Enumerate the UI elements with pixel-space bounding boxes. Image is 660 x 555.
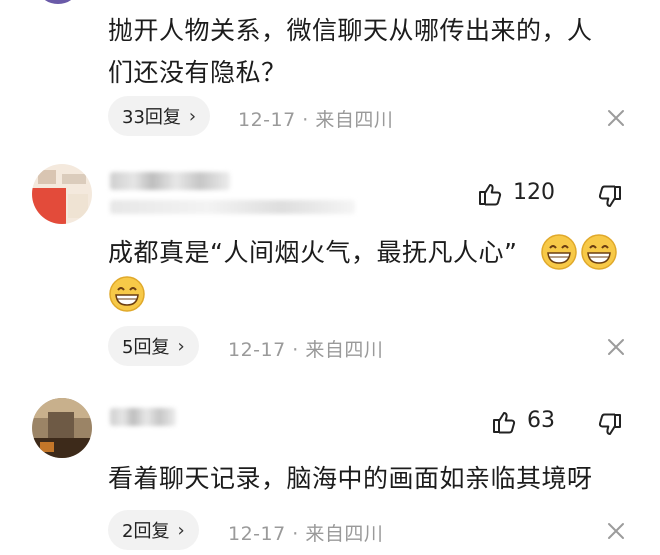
replies-button[interactable]: 5回复 › (108, 326, 199, 366)
replies-button[interactable]: 2回复 › (108, 510, 199, 550)
replies-label: 2回复 (122, 521, 170, 542)
like-count: 63 (527, 408, 555, 433)
user-subtitle (110, 200, 355, 214)
avatar[interactable] (32, 398, 92, 458)
comment-meta: 12-17 · 来自四川 (228, 339, 384, 361)
grinning-face-icon (540, 233, 578, 271)
close-icon[interactable] (606, 521, 626, 541)
avatar[interactable] (40, 0, 76, 4)
comment-line: 们还没有隐私？ (108, 58, 287, 87)
comment-text: 抛开人物关系，微信聊天从哪传出来的，人 们还没有隐私？ (108, 10, 593, 94)
username[interactable] (110, 408, 176, 426)
replies-label: 33回复 (122, 107, 181, 128)
grinning-face-icon (108, 275, 146, 313)
thumbs-down-icon[interactable] (597, 184, 623, 210)
chevron-right-icon: › (177, 519, 185, 541)
grinning-face-icon (580, 233, 618, 271)
like-count: 120 (513, 180, 555, 205)
chevron-right-icon: › (177, 335, 185, 357)
close-icon[interactable] (606, 108, 626, 128)
thumbs-down-icon[interactable] (597, 412, 623, 438)
replies-button[interactable]: 33回复 › (108, 96, 211, 136)
comment-meta: 12-17 · 来自四川 (238, 109, 394, 131)
chevron-right-icon: › (188, 105, 197, 127)
thumbs-up-icon[interactable] (491, 409, 517, 435)
username[interactable] (110, 172, 230, 190)
close-icon[interactable] (606, 337, 626, 357)
comment-meta: 12-17 · 来自四川 (228, 523, 384, 545)
thumbs-up-icon[interactable] (477, 181, 503, 207)
comment-feed: 抛开人物关系，微信聊天从哪传出来的，人 们还没有隐私？ 33回复 › 12-17… (0, 0, 660, 555)
comment-line: 抛开人物关系，微信聊天从哪传出来的，人 (108, 16, 593, 45)
replies-label: 5回复 (122, 337, 170, 358)
comment-text: 看着聊天记录，脑海中的画面如亲临其境呀 (108, 464, 593, 493)
avatar[interactable] (32, 164, 92, 224)
comment-text: 成都真是“人间烟火气，最抚凡人心” (108, 238, 518, 267)
